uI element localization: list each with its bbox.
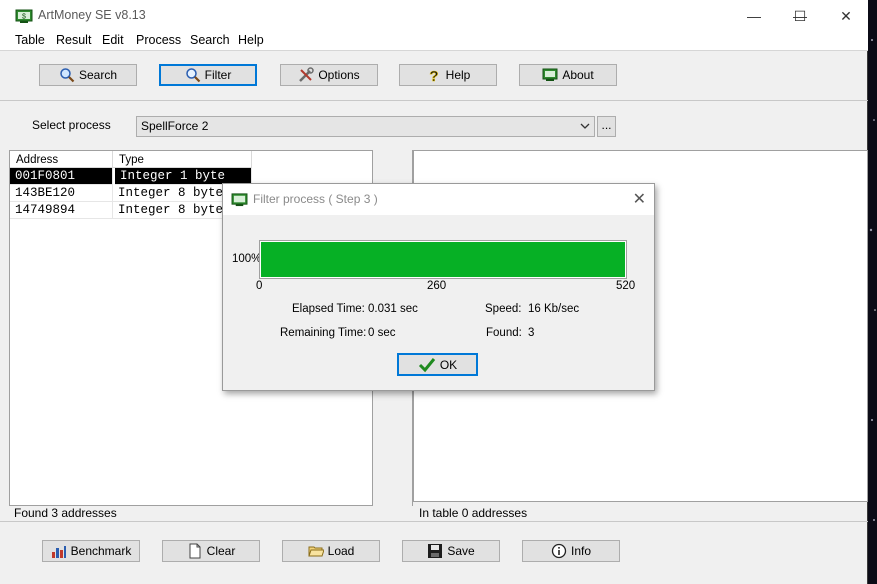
column-header-type[interactable]: Type: [113, 151, 252, 168]
checkmark-icon: [418, 357, 435, 372]
found-status-text: Found 3 addresses: [14, 506, 117, 520]
chevron-down-icon: [580, 123, 590, 129]
table-status-text: In table 0 addresses: [419, 506, 528, 520]
menu-bar: Table Result Edit Process Search Help: [0, 32, 868, 50]
speed-value: 16 Kb/sec: [528, 303, 580, 315]
clear-button-label: Clear: [206, 544, 236, 558]
info-icon: [551, 543, 567, 559]
save-disk-icon: [428, 544, 443, 558]
progress-scale-max: 520: [616, 280, 636, 292]
speed-label: Speed:: [485, 303, 522, 315]
benchmark-chart-icon: [51, 546, 66, 558]
filter-search-icon: [185, 68, 200, 83]
search-button[interactable]: Search: [39, 64, 137, 86]
search-button-label: Search: [78, 68, 118, 82]
filter-process-dialog: Filter process ( Step 3 ) ✕ 100% 0 260 5…: [222, 183, 655, 391]
close-icon[interactable]: ✕: [823, 0, 869, 32]
process-select-value: SpellForce 2: [141, 119, 209, 133]
help-question-icon: ?: [429, 68, 439, 83]
progress-scale-mid: 260: [427, 280, 447, 292]
about-button[interactable]: About: [519, 64, 617, 86]
progress-percent-label: 100%: [232, 253, 262, 265]
save-button-label: Save: [447, 544, 475, 558]
svg-text:?: ?: [429, 68, 438, 83]
open-folder-icon: [307, 546, 324, 557]
tools-icon: [299, 67, 315, 82]
browse-process-button[interactable]: ...: [597, 116, 616, 137]
clear-button[interactable]: Clear: [162, 540, 260, 562]
found-label: Found:: [486, 327, 522, 339]
progress-bar: [259, 240, 627, 279]
options-button-label: Options: [318, 68, 360, 82]
elapsed-time-label: Elapsed Time:: [292, 303, 365, 315]
artmoney-dialog-icon: [231, 193, 248, 207]
artmoney-app-icon: $: [15, 9, 33, 23]
minimize-icon[interactable]: —: [731, 0, 777, 32]
dialog-title: Filter process ( Step 3 ): [253, 192, 378, 206]
menu-help[interactable]: Help: [238, 33, 264, 47]
help-button[interactable]: ? Help: [399, 64, 497, 86]
info-button-label: Info: [570, 544, 591, 558]
ok-button[interactable]: OK: [397, 353, 478, 376]
window-title: ArtMoney SE v8.13: [38, 8, 146, 22]
menu-edit[interactable]: Edit: [102, 33, 124, 47]
about-app-icon: [542, 68, 558, 81]
options-button[interactable]: Options: [280, 64, 378, 86]
elapsed-time-value: 0.031 sec: [368, 303, 418, 315]
process-select[interactable]: SpellForce 2: [136, 116, 595, 137]
load-button[interactable]: Load: [282, 540, 380, 562]
found-value: 3: [528, 327, 535, 339]
menu-process[interactable]: Process: [136, 33, 181, 47]
remaining-time-value: 0 sec: [368, 327, 396, 339]
progress-bar-fill: [261, 242, 625, 277]
about-button-label: About: [562, 68, 594, 82]
column-header-address[interactable]: Address: [10, 151, 113, 168]
filter-button-label: Filter: [204, 68, 232, 82]
clear-document-icon: [189, 543, 201, 559]
select-process-label: Select process: [32, 118, 111, 132]
menu-table[interactable]: Table: [15, 33, 45, 47]
remaining-time-label: Remaining Time:: [280, 327, 367, 339]
svg-text:$: $: [22, 14, 26, 21]
benchmark-button-label: Benchmark: [70, 544, 132, 558]
load-button-label: Load: [327, 544, 355, 558]
dialog-title-bar[interactable]: Filter process ( Step 3 ) ✕: [223, 184, 654, 215]
help-button-label: Help: [445, 68, 471, 82]
menu-result[interactable]: Result: [56, 33, 91, 47]
filter-button[interactable]: Filter: [159, 64, 257, 86]
menu-search[interactable]: Search: [190, 33, 230, 47]
maximize-icon[interactable]: ☐: [777, 0, 823, 32]
ok-button-label: OK: [439, 357, 458, 372]
save-button[interactable]: Save: [402, 540, 500, 562]
search-icon: [60, 68, 75, 83]
cell-address[interactable]: 14749894: [10, 202, 113, 219]
cell-address[interactable]: 143BE120: [10, 185, 113, 202]
main-window: $ ArtMoney SE v8.13 — — ☐ ✕ Table Result…: [0, 0, 868, 584]
benchmark-button[interactable]: Benchmark: [42, 540, 140, 562]
cell-address[interactable]: 001F0801: [10, 168, 113, 185]
progress-scale-min: 0: [256, 280, 263, 292]
info-button[interactable]: Info: [522, 540, 620, 562]
dialog-close-icon[interactable]: ✕: [633, 189, 646, 209]
